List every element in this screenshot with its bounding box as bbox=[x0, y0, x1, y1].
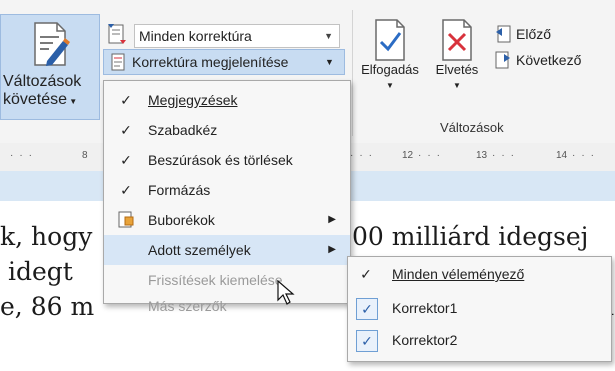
checkmark-icon: ✓ bbox=[120, 122, 132, 138]
document-text-line: 00 milliárd idegsej bbox=[352, 222, 589, 251]
checkmark-icon: ✓ bbox=[360, 266, 372, 282]
checkmark-icon: ✓ bbox=[120, 92, 132, 108]
chevron-down-icon: ▼ bbox=[325, 57, 334, 67]
menu-item-highlight-updates[interactable]: Frissítések kiemelése bbox=[104, 265, 350, 295]
checkbox-icon[interactable]: ✓ bbox=[356, 330, 378, 352]
changes-group-label: Változások bbox=[440, 120, 504, 135]
accept-button[interactable]: Elfogadás ▼ bbox=[356, 18, 424, 114]
show-markup-icon bbox=[111, 53, 125, 71]
chevron-down-icon: ▼ bbox=[453, 81, 461, 90]
track-changes-label: Változások követése ▼ bbox=[3, 73, 82, 108]
track-changes-button[interactable]: Változások követése ▼ bbox=[0, 14, 100, 120]
next-button[interactable]: Következő bbox=[492, 48, 610, 72]
ruler-tick: 12 bbox=[402, 150, 414, 161]
submenu-arrow-icon: ▶ bbox=[328, 214, 336, 225]
show-markup-menu: ✓ Megjegyzések ✓ Szabadkéz ✓ Beszúrások … bbox=[103, 80, 351, 314]
menu-item-balloons[interactable]: Buborékok ▶ bbox=[104, 205, 350, 235]
menu-item-comments[interactable]: ✓ Megjegyzések bbox=[104, 85, 350, 115]
menu-item-specific-people[interactable]: Adott személyek ▶ bbox=[104, 235, 350, 265]
ruler-tick: 13 bbox=[476, 150, 488, 161]
reject-button[interactable]: Elvetés ▼ bbox=[428, 18, 486, 114]
checkmark-icon: ✓ bbox=[120, 152, 132, 168]
show-markup-button[interactable]: Korrektúra megjelenítése ▼ bbox=[103, 49, 345, 75]
display-for-review-icon bbox=[108, 24, 126, 44]
document-text-line: e, 86 m bbox=[0, 292, 95, 321]
ruler-tick: 8 bbox=[82, 150, 88, 161]
balloons-icon bbox=[118, 211, 134, 228]
previous-button[interactable]: Előző bbox=[492, 22, 610, 46]
document-text-line: idegt bbox=[0, 257, 73, 286]
menu-item-all-reviewers[interactable]: ✓ Minden véleményező bbox=[348, 259, 611, 289]
accept-icon bbox=[375, 19, 405, 61]
menu-item-insertions-deletions[interactable]: ✓ Beszúrások és törlések bbox=[104, 145, 350, 175]
menu-item-formatting[interactable]: ✓ Formázás bbox=[104, 175, 350, 205]
checkmark-icon: ✓ bbox=[120, 182, 132, 198]
checkbox-icon[interactable]: ✓ bbox=[356, 298, 378, 320]
next-icon bbox=[495, 51, 510, 69]
previous-icon bbox=[496, 25, 511, 43]
document-text-line: k, hogy bbox=[0, 222, 93, 251]
submenu-arrow-icon: ▶ bbox=[328, 244, 336, 255]
ruler-tick: 14 bbox=[556, 150, 568, 161]
menu-item-ink[interactable]: ✓ Szabadkéz bbox=[104, 115, 350, 145]
reviewers-submenu: ✓ Minden véleményező ✓ Korrektor1 ✓ Korr… bbox=[347, 256, 612, 362]
menu-item-reviewer[interactable]: ✓ Korrektor2 bbox=[348, 325, 611, 355]
menu-item-reviewer[interactable]: ✓ Korrektor1 bbox=[348, 293, 611, 323]
chevron-down-icon: ▼ bbox=[67, 97, 78, 106]
group-divider bbox=[352, 10, 353, 136]
reject-icon bbox=[442, 19, 472, 61]
markup-view-dropdown[interactable]: Minden korrektúra ▼ bbox=[134, 24, 340, 48]
track-changes-icon bbox=[34, 22, 70, 66]
chevron-down-icon[interactable]: ▼ bbox=[324, 25, 333, 47]
chevron-down-icon: ▼ bbox=[386, 81, 394, 90]
mouse-cursor-icon bbox=[277, 280, 295, 305]
